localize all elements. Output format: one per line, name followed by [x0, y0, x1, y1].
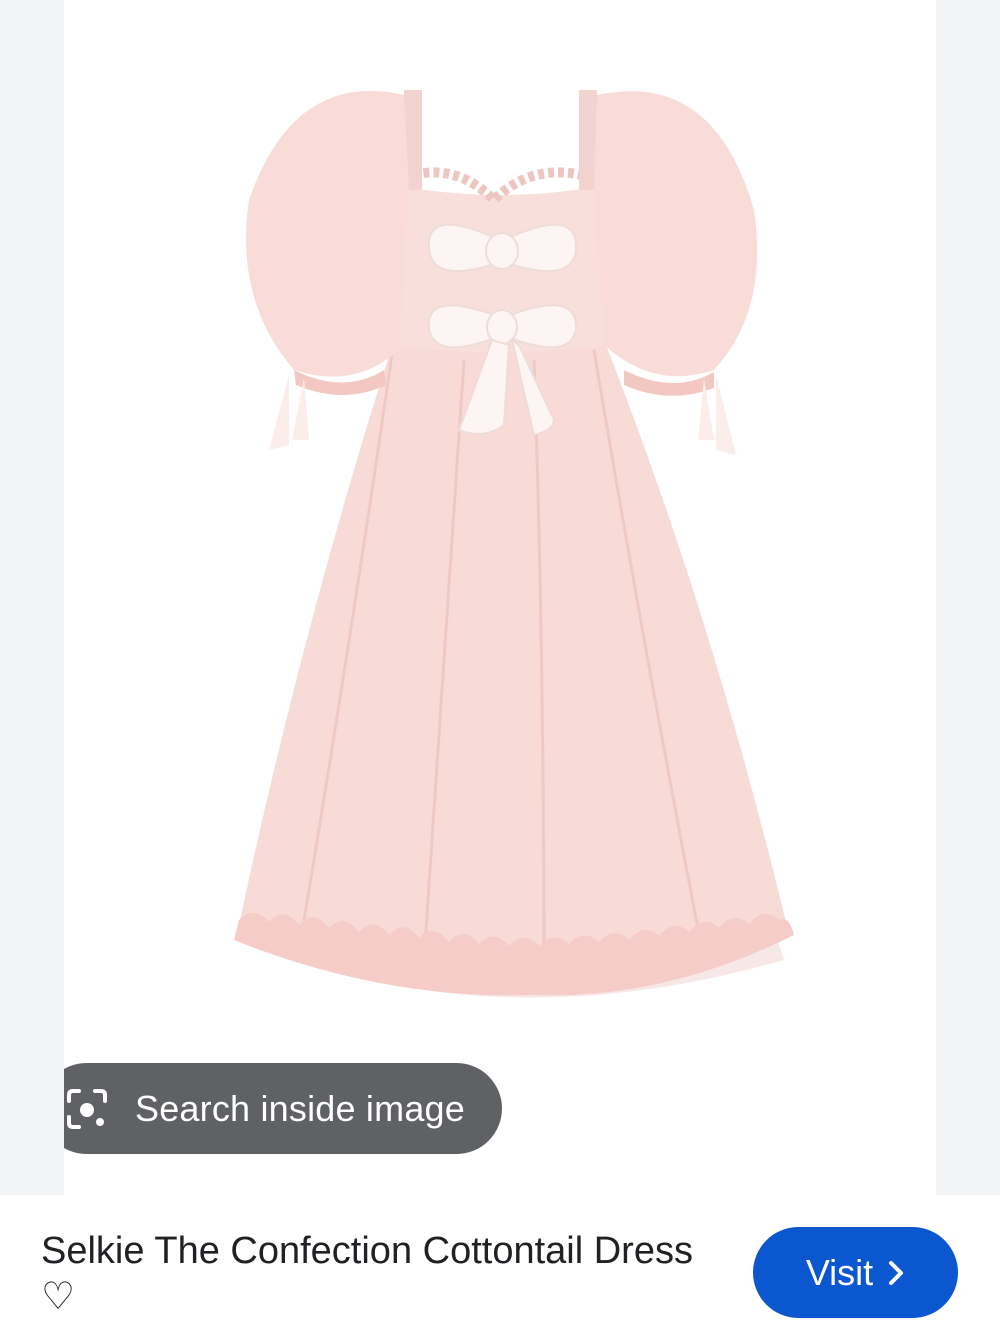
chevron-right-icon: [889, 1260, 904, 1285]
visit-label: Visit: [805, 1251, 874, 1293]
pink-dress-illustration: [234, 90, 794, 998]
search-inside-image-button[interactable]: Search inside image: [64, 1063, 502, 1154]
lens-camera-icon: [67, 1088, 107, 1129]
product-title[interactable]: Selkie The Confection Cottontail Dress ♡: [41, 1228, 701, 1320]
product-image[interactable]: Search inside image: [64, 0, 936, 1195]
search-inside-image-label: Search inside image: [135, 1087, 465, 1129]
image-viewer: Search inside image: [0, 0, 1000, 1195]
visit-button[interactable]: Visit: [753, 1227, 958, 1318]
